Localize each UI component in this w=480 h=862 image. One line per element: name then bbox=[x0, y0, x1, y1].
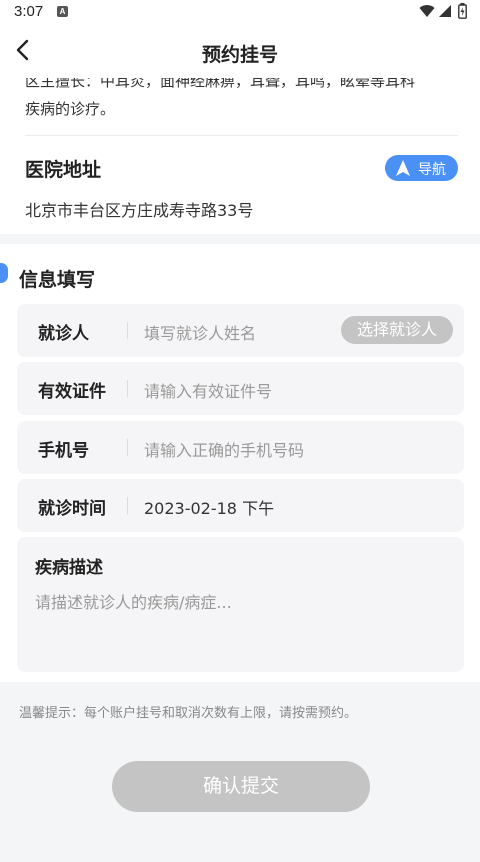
id-card-label: 有效证件 bbox=[38, 382, 106, 402]
id-card-row[interactable]: 有效证件 请输入有效证件号 bbox=[17, 362, 464, 415]
info-form-card: 信息填写 就诊人 填写就诊人姓名 选择就诊人 有效证件 请输入有效证件号 手机号… bbox=[0, 244, 480, 682]
select-patient-button[interactable]: 选择就诊人 bbox=[341, 316, 453, 344]
description-textarea[interactable]: 请描述就诊人的疾病/病症... bbox=[35, 589, 232, 613]
section-accent-bar bbox=[0, 263, 8, 283]
field-separator bbox=[127, 439, 128, 456]
status-time: 3:07 bbox=[14, 3, 44, 20]
submit-button[interactable]: 确认提交 bbox=[112, 761, 370, 812]
patient-label: 就诊人 bbox=[38, 324, 89, 344]
id-card-input[interactable]: 请输入有效证件号 bbox=[144, 378, 272, 402]
field-separator bbox=[127, 322, 128, 339]
status-bar: 3:07 A bbox=[0, 0, 480, 26]
navigate-button[interactable]: 导航 bbox=[385, 155, 458, 181]
section-title: 信息填写 bbox=[19, 269, 96, 291]
wifi-icon bbox=[419, 5, 435, 18]
intro-line-1: 区主擅长：中耳炎，面神经麻痹，耳聋，耳鸣，眩晕等耳科 bbox=[25, 78, 416, 90]
nav-bar: 预约挂号 bbox=[0, 26, 480, 78]
visit-time-value[interactable]: 2023-02-18 下午 bbox=[144, 495, 274, 519]
notification-icon: A bbox=[57, 6, 68, 17]
field-separator bbox=[127, 497, 128, 514]
tip-text: 温馨提示：每个账户挂号和取消次数有上限，请按需预约。 bbox=[19, 706, 358, 721]
signal-icon bbox=[439, 5, 451, 17]
hospital-info-card: 区主擅长：中耳炎，面神经麻痹，耳聋，耳鸣，眩晕等耳科 疾病的诊疗。 医院地址 导… bbox=[0, 78, 480, 234]
battery-icon bbox=[458, 3, 467, 19]
phone-label: 手机号 bbox=[38, 441, 89, 461]
divider bbox=[25, 135, 458, 136]
navigate-label: 导航 bbox=[418, 162, 446, 178]
address-label: 医院地址 bbox=[25, 159, 102, 181]
patient-name-input[interactable]: 填写就诊人姓名 bbox=[144, 320, 256, 344]
visit-time-label: 就诊时间 bbox=[38, 499, 106, 519]
address-value: 北京市丰台区方庄成寿寺路33号 bbox=[25, 201, 254, 220]
page-title: 预约挂号 bbox=[201, 44, 278, 66]
phone-input[interactable]: 请输入正确的手机号码 bbox=[144, 437, 304, 461]
field-separator bbox=[127, 380, 128, 397]
description-label: 疾病描述 bbox=[35, 558, 103, 578]
patient-row[interactable]: 就诊人 填写就诊人姓名 选择就诊人 bbox=[17, 304, 464, 357]
description-field[interactable]: 疾病描述 请描述就诊人的疾病/病症... bbox=[17, 537, 464, 672]
navigation-arrow-icon bbox=[396, 160, 410, 176]
intro-line-2: 疾病的诊疗。 bbox=[25, 100, 116, 118]
phone-row[interactable]: 手机号 请输入正确的手机号码 bbox=[17, 421, 464, 474]
visit-time-row[interactable]: 就诊时间 2023-02-18 下午 bbox=[17, 479, 464, 532]
